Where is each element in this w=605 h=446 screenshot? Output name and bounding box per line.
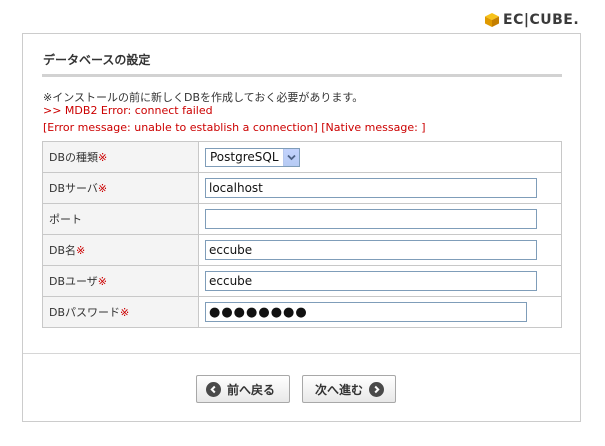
install-panel: データベースの設定 ※インストールの前に新しくDBを作成しておく必要があります。…	[22, 33, 581, 422]
db-server-input[interactable]	[205, 178, 537, 198]
db-type-label: DBの種類※	[42, 141, 199, 173]
error-message-detail: [Error message: unable to establish a co…	[43, 121, 426, 134]
arrow-right-icon	[369, 381, 385, 397]
field-label: DBサーバ	[49, 182, 98, 195]
db-user-label: DBユーザ※	[42, 265, 199, 297]
field-label: DB名	[49, 244, 77, 257]
db-user-input[interactable]	[205, 271, 537, 291]
db-server-label: DBサーバ※	[42, 172, 199, 204]
db-type-selected-value: PostgreSQL	[210, 150, 279, 164]
field-label: DBパスワード	[49, 306, 121, 319]
port-input[interactable]	[205, 209, 537, 229]
back-button[interactable]: 前へ戻る	[196, 375, 290, 403]
chevron-down-icon[interactable]	[282, 148, 299, 166]
ec-cube-logo: EC|CUBE.	[484, 10, 579, 30]
field-label: ポート	[49, 213, 82, 226]
field-label: DBの種類	[49, 151, 99, 164]
required-mark: ※	[98, 151, 108, 164]
page-title: データベースの設定	[43, 53, 151, 67]
error-message-connect: >> MDB2 Error: connect failed	[43, 104, 213, 117]
back-button-label: 前へ戻る	[227, 382, 276, 397]
db-type-select[interactable]: PostgreSQL	[205, 147, 300, 167]
db-password-input[interactable]	[205, 302, 527, 322]
table-row: DB名※	[42, 234, 562, 266]
table-row: ポート	[42, 203, 562, 235]
db-settings-table: DBの種類※ PostgreSQL DBサーバ※ ポート	[42, 141, 562, 328]
required-mark: ※	[120, 306, 130, 319]
required-mark: ※	[97, 182, 108, 195]
install-note: ※インストールの前に新しくDBを作成しておく必要があります。	[43, 91, 364, 104]
field-label: DBユーザ	[49, 275, 98, 288]
table-row: DBサーバ※	[42, 172, 562, 204]
table-row: DBの種類※ PostgreSQL	[42, 141, 562, 173]
cube-logo-icon	[485, 13, 499, 27]
title-divider	[42, 74, 562, 77]
logo-text: EC|CUBE.	[503, 12, 580, 28]
db-name-label: DB名※	[42, 234, 199, 266]
next-button[interactable]: 次へ進む	[302, 375, 396, 403]
table-row: DBパスワード※	[42, 296, 562, 328]
next-button-label: 次へ進む	[315, 382, 364, 397]
required-mark: ※	[97, 275, 108, 288]
panel-content: データベースの設定 ※インストールの前に新しくDBを作成しておく必要があります。…	[23, 34, 580, 354]
db-password-label: DBパスワード※	[42, 296, 199, 328]
arrow-left-icon	[206, 381, 221, 397]
port-label: ポート	[42, 203, 199, 235]
table-row: DBユーザ※	[42, 265, 562, 297]
db-name-input[interactable]	[205, 240, 537, 260]
required-mark: ※	[76, 244, 86, 257]
